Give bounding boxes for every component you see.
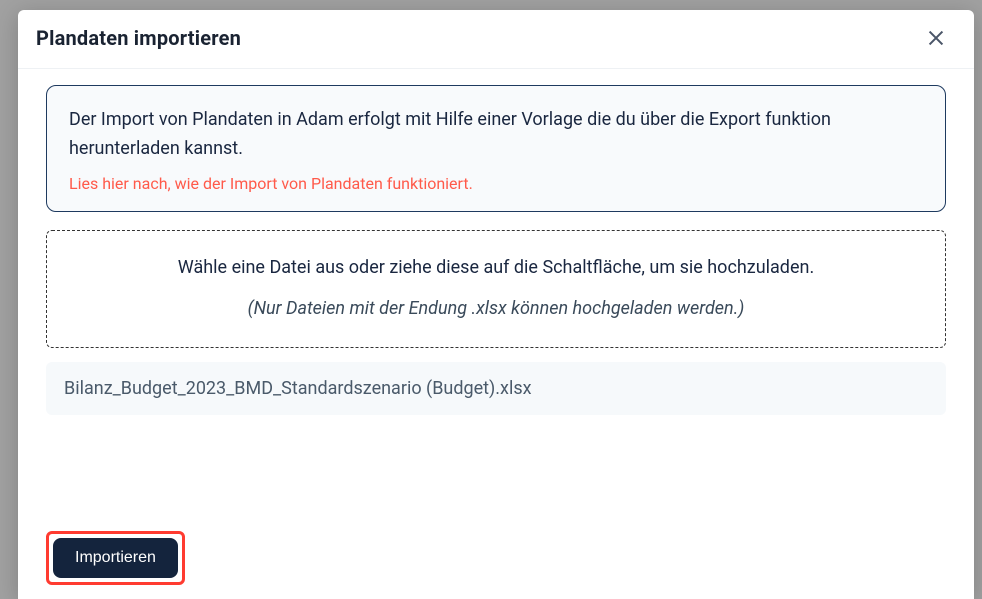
file-dropzone[interactable]: Wähle eine Datei aus oder ziehe diese au… xyxy=(46,230,946,348)
close-icon xyxy=(925,27,947,49)
close-button[interactable] xyxy=(922,24,950,52)
selected-file-row[interactable]: Bilanz_Budget_2023_BMD_Standardszenario … xyxy=(46,362,946,415)
import-modal: Plandaten importieren Der Import von Pla… xyxy=(18,10,974,599)
info-box: Der Import von Plandaten in Adam erfolgt… xyxy=(46,85,946,212)
modal-footer: Importieren xyxy=(18,531,974,599)
dropzone-instruction: Wähle eine Datei aus oder ziehe diese au… xyxy=(77,257,915,278)
modal-title: Plandaten importieren xyxy=(36,26,241,50)
import-button-highlight: Importieren xyxy=(46,531,185,585)
info-link[interactable]: Lies hier nach, wie der Import von Pland… xyxy=(69,174,923,193)
import-button[interactable]: Importieren xyxy=(53,538,178,578)
selected-file-name: Bilanz_Budget_2023_BMD_Standardszenario … xyxy=(64,378,532,399)
modal-header: Plandaten importieren xyxy=(18,10,974,69)
dropzone-hint: (Nur Dateien mit der Endung .xlsx können… xyxy=(77,298,915,319)
info-text: Der Import von Plandaten in Adam erfolgt… xyxy=(69,106,923,164)
modal-body: Der Import von Plandaten in Adam erfolgt… xyxy=(18,69,974,531)
